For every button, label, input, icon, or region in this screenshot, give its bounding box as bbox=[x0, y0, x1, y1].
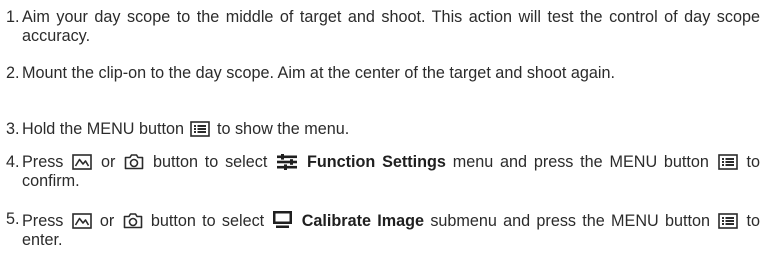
menu-icon bbox=[190, 121, 211, 137]
step-number: 5. bbox=[6, 210, 20, 228]
step-text-part: to show the menu. bbox=[216, 120, 350, 138]
calibrate-image-icon bbox=[272, 210, 293, 229]
step-text-part: Hold the MENU button bbox=[22, 120, 184, 138]
step-number: 2. bbox=[6, 64, 20, 82]
menu-icon bbox=[717, 154, 738, 170]
image-icon bbox=[72, 154, 92, 170]
step-number: 3. bbox=[6, 120, 20, 138]
step-number: 1. bbox=[6, 8, 20, 26]
step-text: Press or button to select Calibrate Imag… bbox=[22, 210, 760, 250]
step-text-part: or bbox=[99, 212, 115, 230]
step-text-part: or bbox=[100, 153, 116, 171]
step-text: Mount the clip-on to the day scope. Aim … bbox=[22, 64, 616, 82]
step-text: Hold the MENU button to show the menu. bbox=[22, 120, 760, 139]
step-text-part: submenu and press the MENU button bbox=[430, 212, 710, 230]
step-text-part: menu and press the MENU button bbox=[452, 153, 709, 171]
image-icon bbox=[71, 213, 92, 229]
function-settings-icon bbox=[276, 154, 298, 170]
step-text-part: button to select bbox=[150, 212, 265, 230]
step-text-part: button to select bbox=[152, 153, 268, 171]
instruction-page: 1. Aim your day scope to the middle of t… bbox=[0, 0, 766, 261]
step-text-part: Press bbox=[22, 212, 64, 230]
camera-icon bbox=[123, 212, 143, 229]
menu-icon bbox=[718, 213, 739, 229]
step-text-part: Press bbox=[22, 153, 64, 171]
step-text: Aim your day scope to the middle of targ… bbox=[22, 8, 760, 45]
calibrate-image-label: Calibrate Image bbox=[301, 212, 425, 230]
camera-icon bbox=[124, 153, 144, 170]
function-settings-label: Function Settings bbox=[306, 153, 446, 171]
step-number: 4. bbox=[6, 153, 20, 171]
step-text: Press or button to select Function Setti… bbox=[22, 153, 760, 191]
